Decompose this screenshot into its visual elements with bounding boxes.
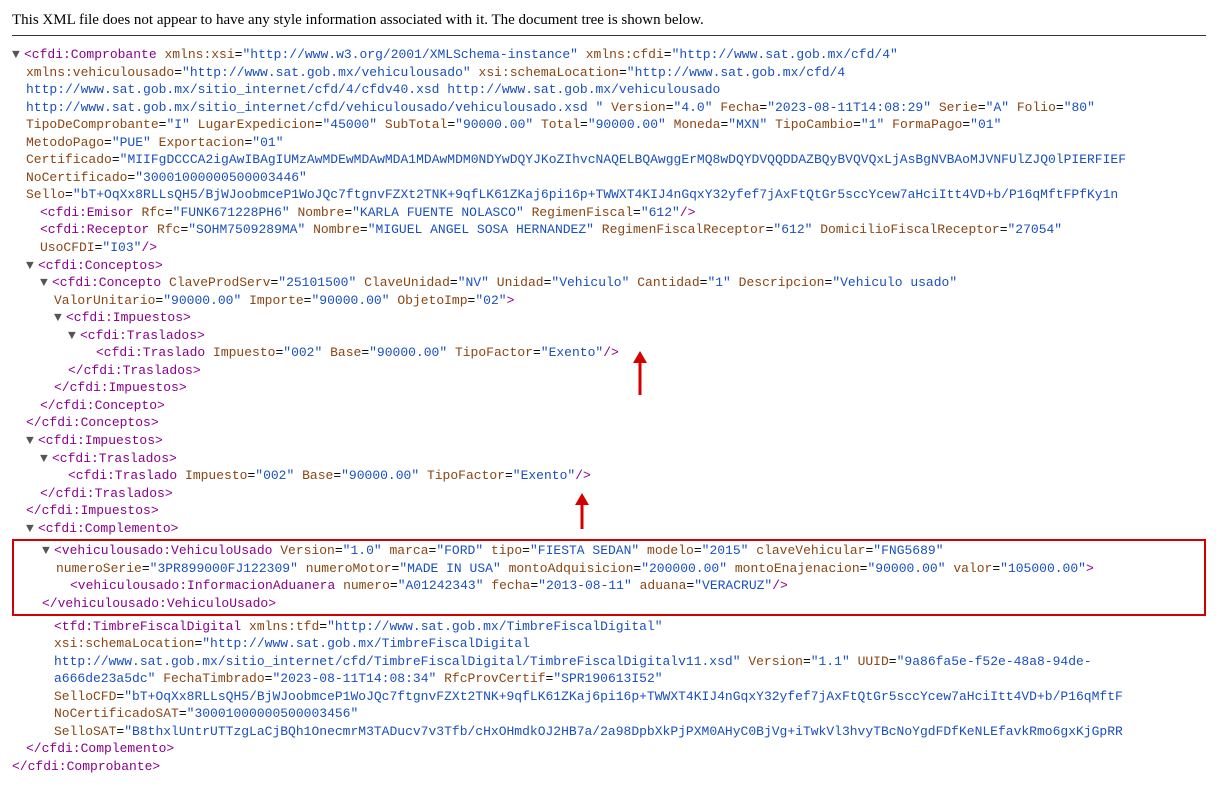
xml-tree: ▼<cfdi:Comprobante xmlns:xsi="http://www… <box>12 46 1206 775</box>
xml-notice: This XML file does not appear to have an… <box>12 12 1206 29</box>
expand-icon[interactable]: ▼ <box>54 309 66 327</box>
expand-icon[interactable]: ▼ <box>40 274 52 292</box>
expand-icon[interactable]: ▼ <box>26 257 38 275</box>
expand-icon[interactable]: ▼ <box>26 432 38 450</box>
expand-icon[interactable]: ▼ <box>42 542 54 560</box>
highlighted-box: ▼<vehiculousado:VehiculoUsado Version="1… <box>12 539 1206 615</box>
separator <box>12 35 1206 36</box>
expand-icon[interactable]: ▼ <box>68 327 80 345</box>
expand-icon[interactable]: ▼ <box>40 450 52 468</box>
expand-icon[interactable]: ▼ <box>26 520 38 538</box>
certificado-value: "MIIFgDCCCA2igAwIBAgIUMzAwMDEwMDAwMDA1MD… <box>120 152 1126 167</box>
expand-icon[interactable]: ▼ <box>12 46 24 64</box>
sello-value: "bT+OqXx8RLLsQH5/BjWJoobmceP1WoJQc7ftgnv… <box>73 187 1118 202</box>
